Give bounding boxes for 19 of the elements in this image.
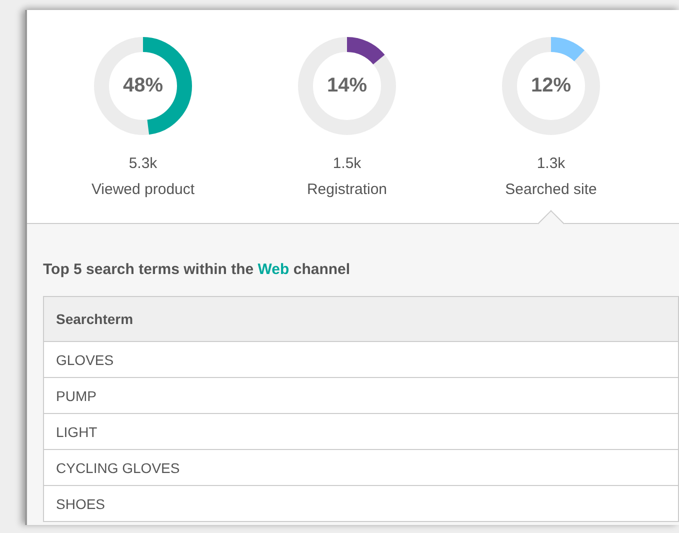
- metric-tab[interactable]: 48% 5.3k Viewed product: [41, 36, 245, 223]
- section-heading: Top 5 search terms within the Web channel: [43, 260, 352, 280]
- metric-tab[interactable]: 12% 1.3k Searched site: [449, 36, 653, 223]
- table-cell: GLOVES: [44, 342, 678, 378]
- table-cell: PUMP: [44, 378, 678, 414]
- metric-count: 1.5k: [332, 155, 362, 173]
- metric-tab[interactable]: 14% 1.5k Registration: [245, 36, 449, 223]
- metric-count: 5.3k: [128, 155, 158, 173]
- column-header: Searchterm: [44, 296, 678, 342]
- metric-label: Searched site: [505, 181, 597, 199]
- metric-count: 1.3k: [536, 155, 566, 173]
- percent-value: 48%: [122, 74, 164, 98]
- table-cell: CYCLING GLOVES: [44, 450, 678, 486]
- table-cell: SHOES: [44, 486, 678, 522]
- metric-label: Viewed product: [91, 181, 195, 199]
- percent-value: 12%: [530, 74, 572, 98]
- percent-value: 14%: [326, 74, 368, 98]
- table-cell: LIGHT: [44, 414, 678, 450]
- metric-label: Registration: [306, 181, 388, 199]
